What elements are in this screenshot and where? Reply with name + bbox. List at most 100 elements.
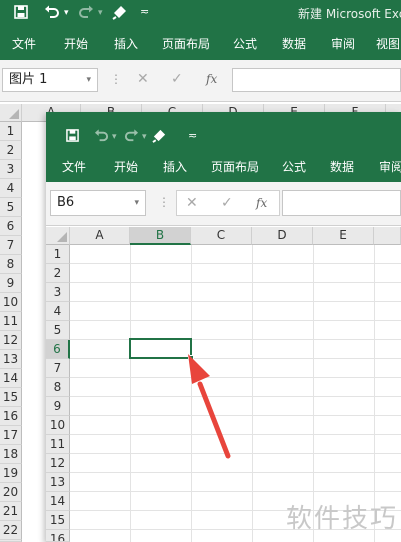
outer-name-box[interactable]: 图片 1 ▾ bbox=[2, 68, 98, 92]
fx-icon[interactable]: fx bbox=[206, 72, 217, 86]
tab-insert[interactable]: 插入 bbox=[114, 35, 138, 52]
outer-row-header[interactable]: 2 bbox=[0, 141, 22, 160]
more-options-icon: ⋮ bbox=[110, 72, 122, 86]
gridline bbox=[252, 245, 253, 542]
outer-row-header[interactable]: 6 bbox=[0, 217, 22, 236]
inner-row-header: 9 bbox=[46, 397, 70, 416]
inner-row-header: 13 bbox=[46, 473, 70, 492]
outer-row-header[interactable]: 11 bbox=[0, 312, 22, 331]
outer-row-header[interactable]: 12 bbox=[0, 331, 22, 350]
inner-row-header: 2 bbox=[46, 264, 70, 283]
inner-name-box: B6 ▾ bbox=[50, 190, 146, 216]
outer-row-header[interactable]: 19 bbox=[0, 464, 22, 483]
outer-row-header[interactable]: 4 bbox=[0, 179, 22, 198]
undo-dropdown-icon: ▾ bbox=[112, 132, 117, 142]
inner-tab-insert: 插入 bbox=[163, 160, 188, 174]
outer-row-header[interactable]: 10 bbox=[0, 293, 22, 312]
outer-grid-strip[interactable] bbox=[22, 122, 46, 542]
outer-row-header[interactable]: 15 bbox=[0, 388, 22, 407]
inner-tab-page-layout: 页面布局 bbox=[211, 160, 260, 174]
redo-dropdown-icon[interactable]: ▾ bbox=[98, 5, 103, 21]
redo-icon bbox=[124, 128, 139, 147]
inner-row-header: 5 bbox=[46, 321, 70, 340]
inner-row-header: 8 bbox=[46, 378, 70, 397]
outer-row-header[interactable]: 13 bbox=[0, 350, 22, 369]
outer-row-header[interactable]: 9 bbox=[0, 274, 22, 293]
inner-formula-bar: B6 ▾ ⋮ ✕ ✓ fx bbox=[46, 182, 401, 226]
inner-row-header: 7 bbox=[46, 359, 70, 378]
tab-file[interactable]: 文件 bbox=[12, 35, 36, 52]
inner-ribbon: ▾ ▾ ≂ 文件 开始 插入 页面布局 公式 数据 审阅 bbox=[46, 112, 401, 182]
tab-view[interactable]: 视图 bbox=[376, 35, 400, 52]
inner-row-header: 14 bbox=[46, 492, 70, 511]
enter-icon[interactable]: ✓ bbox=[171, 71, 183, 87]
more-options-icon: ⋮ bbox=[158, 195, 170, 209]
outer-row-header[interactable]: 3 bbox=[0, 160, 22, 179]
gridline bbox=[70, 320, 401, 321]
outer-row-header[interactable]: 5 bbox=[0, 198, 22, 217]
tab-page-layout[interactable]: 页面布局 bbox=[162, 35, 210, 52]
undo-icon bbox=[94, 128, 109, 147]
inner-tab-data: 数据 bbox=[330, 160, 355, 174]
outer-formula-input[interactable] bbox=[232, 68, 401, 92]
inner-row-header-selected: 6 bbox=[46, 340, 70, 359]
undo-dropdown-icon[interactable]: ▾ bbox=[64, 5, 69, 21]
inner-row-header: 12 bbox=[46, 454, 70, 473]
tab-formulas[interactable]: 公式 bbox=[233, 35, 257, 52]
format-painter-icon bbox=[152, 128, 167, 147]
inner-row-header: 4 bbox=[46, 302, 70, 321]
outer-row-header[interactable]: 18 bbox=[0, 445, 22, 464]
inner-row-header: 3 bbox=[46, 283, 70, 302]
undo-icon[interactable] bbox=[44, 4, 60, 24]
fx-icon: fx bbox=[256, 196, 268, 210]
outer-row-header[interactable]: 21 bbox=[0, 502, 22, 521]
inner-column-header-a: A bbox=[70, 227, 130, 245]
format-painter-icon[interactable] bbox=[112, 4, 128, 24]
gridline bbox=[70, 282, 401, 283]
inner-row-header: 1 bbox=[46, 245, 70, 264]
outer-row-header[interactable]: 22 bbox=[0, 521, 22, 540]
inner-row-header: 11 bbox=[46, 435, 70, 454]
outer-row-header[interactable]: 8 bbox=[0, 255, 22, 274]
gridline bbox=[70, 263, 401, 264]
window-title: 新建 Microsoft Exc bbox=[298, 7, 401, 21]
watermark: 软件技巧 bbox=[286, 504, 399, 534]
outer-row-header[interactable]: 16 bbox=[0, 407, 22, 426]
gridline bbox=[70, 472, 401, 473]
inner-row-header: 15 bbox=[46, 511, 70, 530]
customize-toolbar-icon[interactable]: ≂ bbox=[140, 4, 149, 20]
save-icon bbox=[66, 129, 79, 146]
pasted-screenshot-image[interactable]: ▾ ▾ ≂ 文件 开始 插入 页面布局 公式 数据 审阅 B6 ▾ ⋮ ✕ ✓ … bbox=[46, 112, 401, 542]
tab-home[interactable]: 开始 bbox=[64, 35, 88, 52]
inner-tab-file: 文件 bbox=[62, 160, 87, 174]
outer-row-header[interactable]: 20 bbox=[0, 483, 22, 502]
chevron-down-icon: ▾ bbox=[134, 198, 139, 208]
select-all-corner[interactable] bbox=[0, 104, 22, 122]
outer-formula-bar: 图片 1 ▾ ⋮ ✕ ✓ fx bbox=[0, 60, 401, 102]
gridline bbox=[70, 301, 401, 302]
outer-row-header[interactable]: 1 bbox=[0, 122, 22, 141]
redo-icon[interactable] bbox=[78, 4, 94, 24]
inner-column-header-c: C bbox=[191, 227, 252, 245]
tab-review[interactable]: 审阅 bbox=[331, 35, 355, 52]
cancel-icon: ✕ bbox=[186, 195, 198, 211]
chevron-down-icon[interactable]: ▾ bbox=[86, 69, 91, 91]
outer-row-header[interactable]: 17 bbox=[0, 426, 22, 445]
inner-row-header: 10 bbox=[46, 416, 70, 435]
inner-select-all-corner bbox=[46, 227, 70, 245]
gridline bbox=[70, 339, 401, 340]
outer-row-header[interactable]: 14 bbox=[0, 369, 22, 388]
outer-row-header[interactable]: 7 bbox=[0, 236, 22, 255]
outer-ribbon: ▾ ▾ ≂ 新建 Microsoft Exc 文件 开始 插入 页面布局 公式 … bbox=[0, 0, 401, 60]
tab-data[interactable]: 数据 bbox=[282, 35, 306, 52]
inner-column-header-d: D bbox=[252, 227, 313, 245]
cancel-icon[interactable]: ✕ bbox=[137, 71, 149, 87]
customize-toolbar-icon: ≂ bbox=[188, 129, 198, 142]
inner-column-header-e: E bbox=[313, 227, 374, 245]
inner-row-header: 16 bbox=[46, 530, 70, 542]
save-icon[interactable] bbox=[14, 5, 28, 23]
redo-dropdown-icon: ▾ bbox=[142, 132, 147, 142]
inner-formula-input bbox=[282, 190, 401, 216]
gridline bbox=[70, 491, 401, 492]
inner-tab-formulas: 公式 bbox=[282, 160, 307, 174]
